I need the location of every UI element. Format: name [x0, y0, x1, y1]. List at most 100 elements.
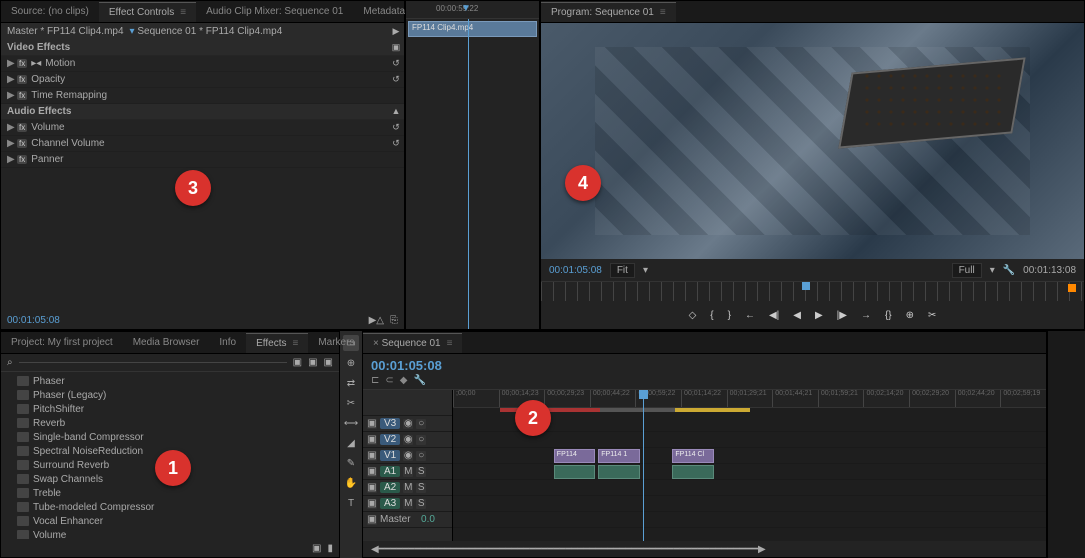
- track-head-master[interactable]: ▣Master 0.0: [363, 512, 452, 528]
- timeline-timecode[interactable]: 00:01:05:08: [371, 358, 442, 373]
- track-head-a1[interactable]: ▣A1MS: [363, 464, 452, 480]
- effect-controls-timecode[interactable]: 00:01:05:08: [7, 315, 60, 326]
- tab-info[interactable]: Info: [209, 333, 246, 352]
- add-marker-button[interactable]: ◇: [689, 310, 697, 321]
- tab-sequence[interactable]: × Sequence 01≡: [363, 333, 462, 353]
- pen-tool[interactable]: ◢: [343, 435, 359, 451]
- snap-icon[interactable]: ⊏: [371, 375, 379, 386]
- track-select-tool[interactable]: ⊕: [343, 355, 359, 371]
- filter-icon[interactable]: ▣: [324, 357, 333, 368]
- trash-icon[interactable]: ▮: [327, 543, 333, 554]
- toggle-track-output-icon[interactable]: ▣: [367, 483, 377, 493]
- mini-playhead-line[interactable]: [468, 19, 469, 329]
- track-head-v1[interactable]: ▣V1◉○: [363, 448, 452, 464]
- mute-icon[interactable]: ◉: [403, 435, 413, 445]
- tab-effect-controls[interactable]: Effect Controls≡: [99, 2, 196, 22]
- effects-search-input[interactable]: [19, 362, 287, 363]
- tab-media-browser[interactable]: Media Browser: [123, 333, 210, 352]
- tab-program[interactable]: Program: Sequence 01≡: [541, 2, 676, 22]
- program-video-frame[interactable]: [541, 23, 1084, 259]
- marker-icon[interactable]: ◆: [400, 375, 408, 386]
- hand-tool[interactable]: ✎: [343, 455, 359, 471]
- clip-a1-3[interactable]: [672, 465, 714, 479]
- clip-a1-2[interactable]: [598, 465, 640, 479]
- mini-timeline-ruler[interactable]: 00:00:59:22 ▼: [406, 1, 539, 19]
- new-bin-icon[interactable]: ▣: [312, 543, 321, 554]
- tab-project[interactable]: Project: My first project: [1, 333, 123, 352]
- clip-v1-3[interactable]: FP114 Cl: [672, 449, 714, 463]
- extract-button[interactable]: ⊕: [906, 310, 914, 321]
- mute-icon[interactable]: ◉: [403, 451, 413, 461]
- toggle-track-output-icon[interactable]: ▣: [367, 451, 377, 461]
- lock-icon[interactable]: ○: [416, 451, 426, 461]
- resolution-select[interactable]: Full: [952, 263, 982, 278]
- slip-tool[interactable]: ⟷: [343, 415, 359, 431]
- glyph-reset-icon[interactable]: ↺: [388, 119, 404, 135]
- track-v1[interactable]: FP114 FP114 1 FP114 Cl: [453, 448, 1046, 464]
- effect-volume[interactable]: ▶fxVolume: [1, 120, 404, 136]
- effects-item[interactable]: Single-band Compressor: [3, 430, 337, 444]
- effects-item[interactable]: Tube-modeled Compressor: [3, 500, 337, 514]
- effects-item[interactable]: Phaser: [3, 374, 337, 388]
- program-out-marker[interactable]: [1068, 284, 1076, 292]
- mini-playhead-icon[interactable]: ▼: [461, 3, 471, 14]
- zoom-scrollbar[interactable]: ◀━━━━━━━━━━━━━━━━━━━━━━━━━━━━━━━━━━━━━━━…: [371, 544, 766, 555]
- program-playhead-icon[interactable]: [802, 282, 810, 290]
- track-master[interactable]: [453, 512, 1046, 528]
- video-effects-header[interactable]: Video Effects: [1, 40, 404, 56]
- toggle-track-output-icon[interactable]: ▣: [367, 467, 377, 477]
- chevron-down-icon[interactable]: ▾: [990, 265, 995, 276]
- track-v2[interactable]: [453, 432, 1046, 448]
- zoom-fit-select[interactable]: Fit: [610, 263, 635, 278]
- settings-icon[interactable]: 🔧: [413, 375, 425, 386]
- mute-icon[interactable]: ◉: [403, 419, 413, 429]
- effects-item[interactable]: Reverb: [3, 416, 337, 430]
- lock-icon[interactable]: ○: [416, 435, 426, 445]
- toggle-track-output-icon[interactable]: ▣: [367, 419, 377, 429]
- panel-menu-icon[interactable]: ≡: [292, 338, 298, 349]
- track-a3[interactable]: [453, 496, 1046, 512]
- tab-effects[interactable]: Effects≡: [246, 333, 308, 353]
- zoom-out-icon[interactable]: ▶△: [369, 315, 384, 326]
- effects-item[interactable]: Volume: [3, 528, 337, 539]
- toggle-track-output-icon[interactable]: ▣: [367, 435, 377, 445]
- panel-menu-icon[interactable]: ≡: [447, 338, 453, 349]
- lock-icon[interactable]: ○: [416, 419, 426, 429]
- effect-channel-volume[interactable]: ▶fxChannel Volume: [1, 136, 404, 152]
- zoom-tool[interactable]: ✋: [343, 475, 359, 491]
- toggle-track-output-icon[interactable]: ▣: [367, 499, 377, 509]
- glyph-reset-icon[interactable]: ↺: [388, 135, 404, 151]
- track-a2[interactable]: [453, 480, 1046, 496]
- toggle-track-output-icon[interactable]: ▣: [367, 515, 377, 525]
- tab-source[interactable]: Source: (no clips): [1, 2, 99, 21]
- linked-selection-icon[interactable]: ⊂: [385, 375, 393, 386]
- track-head-v3[interactable]: ▣V3◉○: [363, 416, 452, 432]
- chevron-down-icon[interactable]: ▾: [643, 265, 648, 276]
- mini-clip[interactable]: FP114 Clip4.mp4: [408, 21, 537, 37]
- export-frame-button[interactable]: ✂: [928, 310, 936, 321]
- filter-icon[interactable]: ▣: [293, 357, 302, 368]
- effects-item[interactable]: Treble: [3, 486, 337, 500]
- clip-a1-1[interactable]: [554, 465, 596, 479]
- play-reverse-button[interactable]: ◀: [793, 310, 801, 321]
- effects-item[interactable]: Vocal Enhancer: [3, 514, 337, 528]
- mark-in-button[interactable]: {: [710, 310, 713, 321]
- go-to-out-button[interactable]: →: [861, 310, 871, 321]
- glyph-reset-icon[interactable]: ↺: [388, 55, 404, 71]
- track-head-a3[interactable]: ▣A3MS: [363, 496, 452, 512]
- export-frame-icon[interactable]: ⎘: [390, 315, 398, 326]
- effect-motion[interactable]: ▶fx▸◂Motion: [1, 56, 404, 72]
- ripple-edit-tool[interactable]: ⇄: [343, 375, 359, 391]
- clip-v1-1[interactable]: FP114: [554, 449, 596, 463]
- clip-v1-2[interactable]: FP114 1: [598, 449, 640, 463]
- go-to-in-button[interactable]: ←: [745, 310, 755, 321]
- step-forward-button[interactable]: |▶: [837, 310, 847, 321]
- program-ruler[interactable]: [541, 281, 1084, 301]
- effect-panner[interactable]: ▶fxPanner: [1, 152, 404, 168]
- track-head-a2[interactable]: ▣A2MS: [363, 480, 452, 496]
- mark-out-button[interactable]: }: [728, 310, 731, 321]
- effect-time-remapping[interactable]: ▶fxTime Remapping: [1, 88, 404, 104]
- program-timecode[interactable]: 00:01:05:08: [549, 265, 602, 276]
- effects-item[interactable]: Phaser (Legacy): [3, 388, 337, 402]
- tab-audio-mixer[interactable]: Audio Clip Mixer: Sequence 01: [196, 2, 353, 21]
